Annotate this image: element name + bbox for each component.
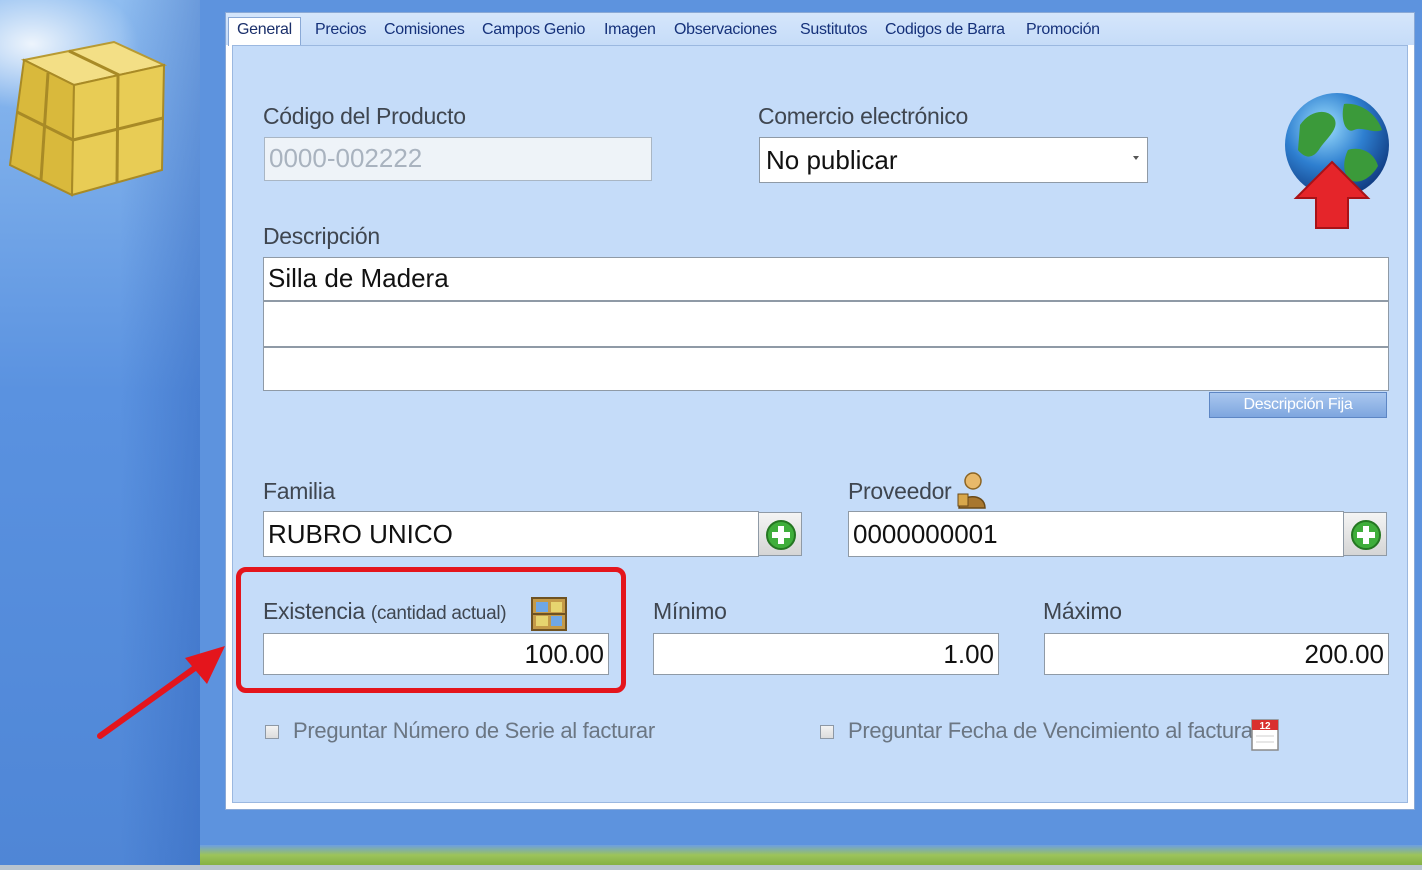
- ecommerce-label: Comercio electrónico: [758, 103, 969, 129]
- vencimiento-checkbox[interactable]: [820, 725, 834, 739]
- green-plus-icon: [1351, 520, 1381, 550]
- familia-label: Familia: [263, 478, 336, 504]
- ecommerce-selected-value: No publicar: [766, 145, 898, 175]
- tab-comisiones[interactable]: Comisiones: [380, 18, 469, 42]
- descripcion-fija-button[interactable]: Descripción Fija: [1209, 392, 1387, 418]
- tab-general[interactable]: General: [228, 17, 301, 46]
- descripcion-line-2[interactable]: [263, 301, 1389, 347]
- minimo-label: Mínimo: [653, 598, 727, 624]
- descripcion-label: Descripción: [263, 223, 380, 249]
- serie-checkbox-label: Preguntar Número de Serie al facturar: [293, 718, 655, 743]
- user-icon[interactable]: [955, 470, 987, 510]
- proveedor-label: Proveedor: [848, 478, 952, 504]
- descripcion-line-3[interactable]: [263, 347, 1389, 391]
- calendar-day: 12: [1259, 721, 1271, 732]
- tab-sustitutos[interactable]: Sustitutos: [796, 18, 871, 42]
- tab-imagen[interactable]: Imagen: [600, 18, 660, 42]
- vencimiento-checkbox-label: Preguntar Fecha de Vencimiento al factur…: [848, 718, 1260, 743]
- tab-codigos-de-barra[interactable]: Codigos de Barra: [881, 18, 1009, 42]
- maximo-field[interactable]: 200.00: [1044, 633, 1389, 675]
- existencia-highlight-box: [236, 567, 626, 693]
- green-plus-icon: [766, 520, 796, 550]
- window-bottom-border: [0, 865, 1422, 870]
- ecommerce-select[interactable]: No publicar: [759, 137, 1148, 183]
- minimo-field[interactable]: 1.00: [653, 633, 999, 675]
- calendar-icon[interactable]: 12: [1248, 714, 1282, 752]
- codigo-field[interactable]: 0000-002222: [264, 137, 652, 181]
- serie-checkbox[interactable]: [265, 725, 279, 739]
- proveedor-field[interactable]: 0000000001: [848, 511, 1344, 557]
- tab-precios[interactable]: Precios: [311, 18, 370, 42]
- codigo-label: Código del Producto: [263, 103, 466, 129]
- tab-promocion[interactable]: Promoción: [1022, 18, 1104, 42]
- descripcion-line-1[interactable]: Silla de Madera: [263, 257, 1389, 301]
- chevron-down-icon: [1133, 156, 1139, 160]
- tab-observaciones[interactable]: Observaciones: [670, 18, 781, 42]
- maximo-label: Máximo: [1043, 598, 1122, 624]
- tab-bar: General Precios Comisiones Campos Genio …: [226, 13, 1414, 46]
- familia-field[interactable]: RUBRO UNICO: [263, 511, 759, 557]
- add-proveedor-button[interactable]: [1343, 512, 1387, 556]
- annotation-arrow-icon: [97, 646, 225, 739]
- add-familia-button[interactable]: [758, 512, 802, 556]
- globe-upload-icon[interactable]: [1282, 90, 1394, 232]
- yellow-box-icon: [8, 40, 168, 197]
- tab-campos-genio[interactable]: Campos Genio: [478, 18, 589, 42]
